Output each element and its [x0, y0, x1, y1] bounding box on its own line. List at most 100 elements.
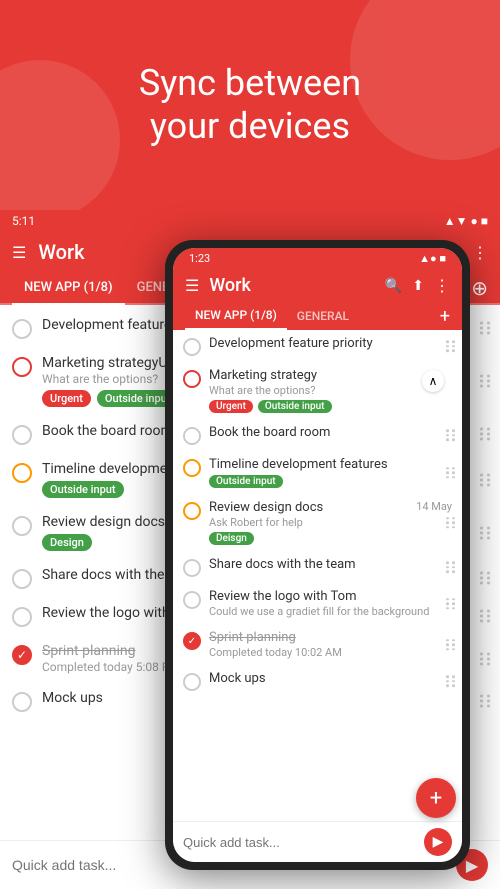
drag-handle-8[interactable]	[480, 652, 492, 665]
phone-quick-add-input[interactable]	[183, 835, 416, 850]
phone-task-content-6: Share docs with the team	[209, 557, 452, 572]
phone-task-subtitle-2: What are the options?	[209, 384, 452, 397]
phone-task-content-8: Sprint planning Completed today 10:02 AM	[209, 630, 452, 659]
phone-task-radio-2[interactable]	[183, 370, 201, 388]
phone-drag-3[interactable]	[446, 429, 456, 441]
hero-title: Sync between your devices	[139, 62, 361, 148]
drag-handle-4[interactable]	[480, 473, 492, 486]
tablet-more-icon[interactable]: ⋮	[472, 243, 488, 262]
drag-handle-3[interactable]	[480, 428, 492, 441]
list-item: Marketing strategy What are the options?…	[173, 362, 462, 419]
phone-task-date-5: 14 May	[416, 500, 452, 513]
phone-tab-newapp[interactable]: NEW APP (1/8)	[185, 302, 287, 330]
phone-drag-4[interactable]	[446, 467, 456, 479]
phone-tab-general[interactable]: GENERAL	[287, 303, 359, 329]
drag-handle-2[interactable]	[480, 375, 492, 388]
list-item: Mock ups	[173, 665, 462, 697]
phone-status-icons: ▲● ■	[419, 252, 446, 265]
phone-task-content-7: Review the logo with Tom Could we use a …	[209, 589, 452, 618]
phone-toolbar: ☰ Work 🔍 ⬆ ⋮	[173, 269, 462, 302]
list-item: Share docs with the team	[173, 551, 462, 583]
phone-task-title-7: Review the logo with Tom	[209, 589, 452, 604]
phone-menu-icon[interactable]: ☰	[185, 276, 199, 295]
collapse-arrow-2[interactable]: ∧	[422, 370, 444, 392]
list-item: Development feature priority	[173, 330, 462, 362]
phone-task-content-4: Timeline development features Outside in…	[209, 457, 452, 488]
phone-task-row-5: Review design docs Ask Robert for help 1…	[209, 500, 452, 529]
phone-task-radio-5[interactable]	[183, 502, 201, 520]
task-radio-9[interactable]	[12, 692, 32, 712]
phone-task-subtitle-5: Ask Robert for help	[209, 516, 416, 529]
phone-tag-outside-input: Outside input	[258, 400, 332, 413]
task-radio-2[interactable]	[12, 357, 32, 377]
phone-tag-urgent: Urgent	[209, 400, 253, 413]
phone-more-icon[interactable]: ⋮	[434, 276, 450, 295]
phone-task-title-2: Marketing strategy	[209, 368, 452, 383]
phone-drag-1[interactable]	[446, 340, 456, 352]
phone-task-section-2: Marketing strategy What are the options?…	[173, 362, 462, 419]
phone-fab-button[interactable]: +	[416, 778, 456, 818]
phone-task-radio-8[interactable]	[183, 632, 201, 650]
tablet-tab-newapp[interactable]: NEW APP (1/8)	[12, 272, 125, 305]
list-item: Timeline development features Outside in…	[173, 451, 462, 494]
phone-drag-5[interactable]	[446, 517, 456, 529]
phone-task-radio-7[interactable]	[183, 591, 201, 609]
phone-quick-add-bar: ▶	[173, 821, 462, 862]
phone-add-button[interactable]: +	[440, 306, 450, 327]
phone-task-list: Development feature priority Marketing s…	[173, 330, 462, 821]
phone-task-content-9: Mock ups	[209, 671, 452, 686]
phone-tag-design-5: Deisgn	[209, 532, 254, 545]
tablet-time: 5:11	[12, 214, 35, 228]
task-radio-7[interactable]	[12, 607, 32, 627]
phone-task-title-8: Sprint planning	[209, 630, 452, 645]
phone-drag-8[interactable]	[446, 639, 456, 651]
phone-drag-9[interactable]	[446, 675, 456, 687]
phone-task-title-9: Mock ups	[209, 671, 452, 686]
task-radio-6[interactable]	[12, 569, 32, 589]
drag-handle-1[interactable]	[480, 322, 492, 335]
phone-task-content-2: Marketing strategy What are the options?…	[209, 368, 452, 413]
phone-task-subtitle-7: Could we use a gradiet fill for the back…	[209, 605, 452, 618]
phone-time: 1:23	[189, 252, 210, 265]
tag-urgent: Urgent	[42, 390, 91, 407]
phone-drag-7[interactable]	[446, 598, 456, 610]
list-item: Review the logo with Tom Could we use a …	[173, 583, 462, 624]
phone-screen: 1:23 ▲● ■ ☰ Work 🔍 ⬆ ⋮ NEW APP (1/8) GEN…	[173, 248, 462, 862]
tablet-statusbar: 5:11 ▲▼ ● ■	[0, 210, 500, 232]
devices-container: 5:11 ▲▼ ● ■ ☰ Work 🔍 ⬆ ⋮ NEW APP (1/8) G…	[0, 210, 500, 889]
task-radio-5[interactable]	[12, 516, 32, 536]
phone-overlay: 1:23 ▲● ■ ☰ Work 🔍 ⬆ ⋮ NEW APP (1/8) GEN…	[165, 240, 470, 870]
phone-drag-6[interactable]	[446, 561, 456, 573]
tablet-status-icons: ▲▼ ● ■	[444, 214, 488, 228]
phone-task-text-5: Review design docs Ask Robert for help	[209, 500, 416, 529]
drag-handle-9[interactable]	[480, 695, 492, 708]
phone-task-radio-4[interactable]	[183, 459, 201, 477]
drag-handle-6[interactable]	[480, 572, 492, 585]
phone-task-title-1: Development feature priority	[209, 336, 452, 351]
drag-handle-7[interactable]	[480, 610, 492, 623]
drag-handle-5[interactable]	[480, 526, 492, 539]
tablet-menu-icon[interactable]: ☰	[12, 243, 26, 262]
phone-tabs: NEW APP (1/8) GENERAL +	[173, 302, 462, 330]
task-radio-1[interactable]	[12, 319, 32, 339]
phone-task-content-1: Development feature priority	[209, 336, 452, 351]
list-item: Sprint planning Completed today 10:02 AM	[173, 624, 462, 665]
phone-search-icon[interactable]: 🔍	[385, 278, 402, 294]
phone-task-radio-1[interactable]	[183, 338, 201, 356]
task-radio-3[interactable]	[12, 425, 32, 445]
phone-task-subtitle-8: Completed today 10:02 AM	[209, 646, 452, 659]
phone-task-radio-6[interactable]	[183, 559, 201, 577]
phone-task-radio-3[interactable]	[183, 427, 201, 445]
phone-share-icon[interactable]: ⬆	[412, 278, 424, 294]
task-radio-4[interactable]	[12, 463, 32, 483]
tag-outside-input-4: Outside input	[42, 481, 124, 498]
phone-send-button[interactable]: ▶	[424, 828, 452, 856]
tablet-add-button[interactable]: ⊕	[471, 276, 488, 300]
phone-title: Work	[209, 275, 374, 296]
list-item: Review design docs Ask Robert for help 1…	[173, 494, 462, 551]
phone-task-radio-9[interactable]	[183, 673, 201, 691]
list-item: Book the board room	[173, 419, 462, 451]
task-radio-8[interactable]	[12, 645, 32, 665]
hero-section: Sync between your devices	[0, 0, 500, 210]
phone-task-title-3: Book the board room	[209, 425, 452, 440]
